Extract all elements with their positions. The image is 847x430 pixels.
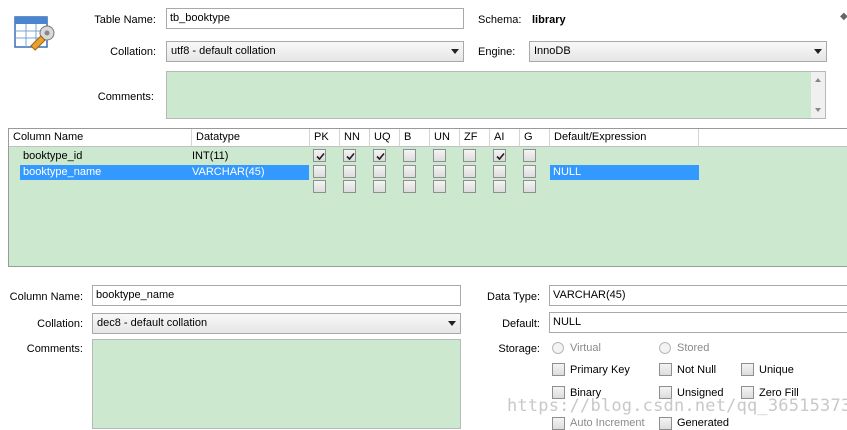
not-null-label: Not Null xyxy=(677,364,717,376)
table-collation-value: utf8 - default collation xyxy=(171,45,276,57)
grid-pk-checkbox[interactable] xyxy=(313,180,326,193)
grid-b-checkbox[interactable] xyxy=(403,149,416,162)
grid-ai-checkbox[interactable] xyxy=(493,165,506,178)
schema-label: Schema: xyxy=(478,14,522,26)
grid-g-checkbox[interactable] xyxy=(523,165,536,178)
chevron-down-icon xyxy=(814,49,822,54)
data-type-label: Data Type: xyxy=(487,291,540,303)
storage-stored-label: Stored xyxy=(677,342,710,354)
grid-un-checkbox[interactable] xyxy=(433,149,446,162)
grid-pk-checkbox[interactable] xyxy=(313,165,326,178)
default-label: Default: xyxy=(502,318,540,330)
col-header-g[interactable]: G xyxy=(520,129,550,147)
storage-virtual-radio[interactable] xyxy=(552,342,564,354)
scroll-up-icon[interactable] xyxy=(815,78,821,82)
col-header-zf[interactable]: ZF xyxy=(460,129,490,147)
grid-zf-checkbox[interactable] xyxy=(463,180,476,193)
grid-ai-checkbox[interactable] xyxy=(493,180,506,193)
schema-value: library xyxy=(532,14,566,26)
column-name-input[interactable]: booktype_name xyxy=(92,285,461,306)
grid-nn-checkbox[interactable] xyxy=(343,149,356,162)
col-header-uq[interactable]: UQ xyxy=(370,129,400,147)
col-header-column-name[interactable]: Column Name xyxy=(9,129,192,147)
generated-label: Generated xyxy=(677,417,729,429)
generated-checkbox[interactable] xyxy=(659,417,672,430)
col-header-pk[interactable]: PK xyxy=(310,129,340,147)
engine-value: InnoDB xyxy=(534,45,571,57)
table-comments-textarea[interactable] xyxy=(166,71,826,119)
row-column-name[interactable]: booktype_id xyxy=(23,149,82,164)
auto-increment-label: Auto Increment xyxy=(570,417,645,429)
engine-select[interactable]: InnoDB xyxy=(529,41,827,62)
col-header-default[interactable]: Default/Expression xyxy=(550,129,699,147)
chevron-down-icon xyxy=(451,49,459,54)
col-header-nn[interactable]: NN xyxy=(340,129,370,147)
unique-label: Unique xyxy=(759,364,794,376)
not-null-checkbox[interactable] xyxy=(659,363,672,376)
col-header-b[interactable]: B xyxy=(400,129,430,147)
table-comments-label: Comments: xyxy=(97,91,154,103)
grid-uq-checkbox[interactable] xyxy=(373,165,386,178)
storage-label: Storage: xyxy=(498,343,540,355)
col-header-datatype[interactable]: Datatype xyxy=(192,129,310,147)
grid-pk-checkbox[interactable] xyxy=(313,149,326,162)
grid-ai-checkbox[interactable] xyxy=(493,149,506,162)
table-collation-label: Collation: xyxy=(110,46,156,58)
row-datatype[interactable]: INT(11) xyxy=(192,149,228,164)
table-editor-icon xyxy=(14,14,58,56)
table-name-input[interactable]: tb_booktype xyxy=(166,8,464,29)
engine-label: Engine: xyxy=(478,46,516,58)
scroll-down-icon[interactable] xyxy=(815,108,821,112)
watermark-text: https://blog.csdn.net/qq_36515373 xyxy=(507,396,847,416)
comments-scrollbar[interactable] xyxy=(811,72,825,118)
unique-checkbox[interactable] xyxy=(741,363,754,376)
grid-g-checkbox[interactable] xyxy=(523,149,536,162)
column-comments-label: Comments: xyxy=(26,343,83,355)
auto-increment-checkbox[interactable] xyxy=(552,417,565,430)
primary-key-label: Primary Key xyxy=(570,364,630,376)
table-name-label: Table Name: xyxy=(94,14,156,26)
grid-zf-checkbox[interactable] xyxy=(463,149,476,162)
grid-uq-checkbox[interactable] xyxy=(373,180,386,193)
column-collation-value: dec8 - default collation xyxy=(97,317,208,329)
row-datatype[interactable]: VARCHAR(45) xyxy=(192,165,265,180)
grid-b-checkbox[interactable] xyxy=(403,180,416,193)
grid-un-checkbox[interactable] xyxy=(433,180,446,193)
grid-zf-checkbox[interactable] xyxy=(463,165,476,178)
grid-uq-checkbox[interactable] xyxy=(373,149,386,162)
column-collation-select[interactable]: dec8 - default collation xyxy=(92,313,461,334)
default-input[interactable]: NULL xyxy=(549,312,847,333)
grid-b-checkbox[interactable] xyxy=(403,165,416,178)
col-header-un[interactable]: UN xyxy=(430,129,460,147)
grid-nn-checkbox[interactable] xyxy=(343,165,356,178)
grid-nn-checkbox[interactable] xyxy=(343,180,356,193)
expand-icon[interactable]: ◆ xyxy=(840,10,847,24)
chevron-down-icon xyxy=(448,321,456,326)
grid-un-checkbox[interactable] xyxy=(433,165,446,178)
column-collation-label: Collation: xyxy=(37,318,83,330)
row-column-name[interactable]: booktype_name xyxy=(23,165,101,180)
grid-g-checkbox[interactable] xyxy=(523,180,536,193)
table-collation-select[interactable]: utf8 - default collation xyxy=(166,41,464,62)
col-header-ai[interactable]: AI xyxy=(490,129,520,147)
storage-virtual-label: Virtual xyxy=(570,342,601,354)
primary-key-checkbox[interactable] xyxy=(552,363,565,376)
column-comments-textarea[interactable] xyxy=(92,339,461,429)
columns-grid[interactable]: Column Name Datatype PK NN UQ B UN ZF AI… xyxy=(8,128,847,267)
row-default[interactable]: NULL xyxy=(553,165,581,180)
col-header-filler xyxy=(699,129,847,147)
storage-stored-radio[interactable] xyxy=(659,342,671,354)
data-type-input[interactable]: VARCHAR(45) xyxy=(549,285,847,306)
column-name-label: Column Name: xyxy=(9,291,83,303)
